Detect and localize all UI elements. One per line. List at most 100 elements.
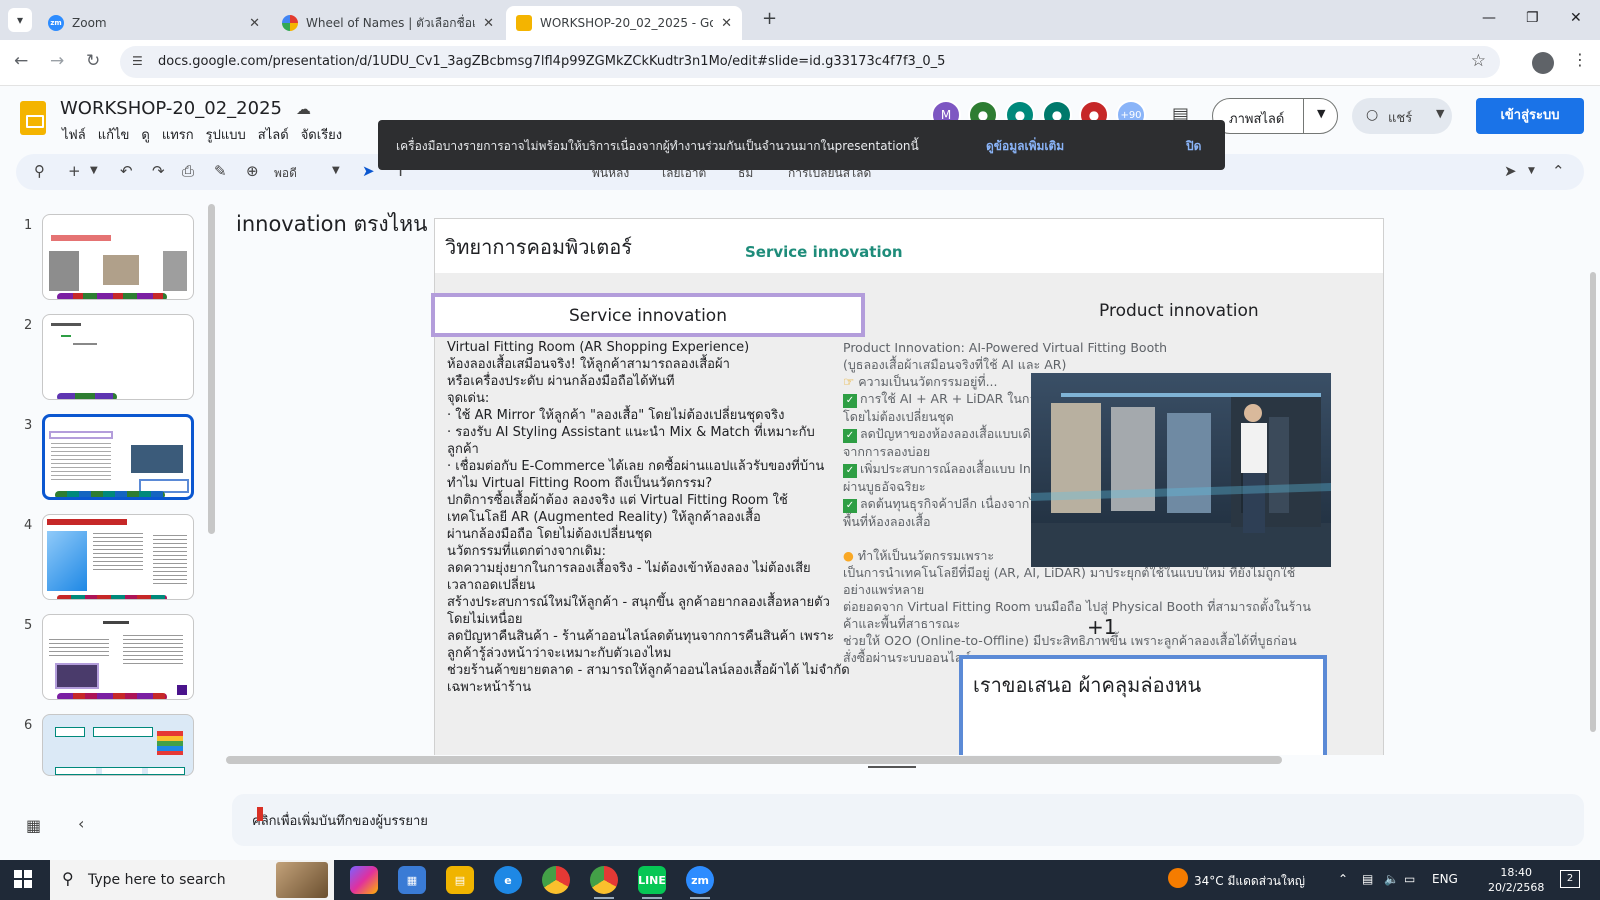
- reload-icon[interactable]: ↻: [86, 51, 100, 71]
- tab-search-button[interactable]: ▾: [8, 8, 32, 32]
- notification-badge[interactable]: 2: [1560, 870, 1580, 888]
- windows-start-icon[interactable]: [14, 870, 32, 888]
- restore-icon[interactable]: ❐: [1526, 10, 1539, 26]
- product-text-line: ต่อยอดจาก Virtual Fitting Room บนมือถือ …: [843, 598, 1343, 615]
- profile-avatar[interactable]: [1532, 52, 1554, 74]
- select-cursor-icon[interactable]: ➤: [362, 162, 375, 180]
- collapse-toolbar-icon[interactable]: ⌃: [1552, 162, 1565, 180]
- slides-logo-icon[interactable]: [20, 101, 46, 135]
- chrome-icon[interactable]: [542, 866, 570, 894]
- service-description-text[interactable]: Virtual Fitting Room (AR Shopping Experi…: [447, 339, 867, 696]
- tab-workshop-slides[interactable]: WORKSHOP-20_02_2025 - Goo ✕: [506, 6, 742, 40]
- document-title[interactable]: WORKSHOP-20_02_2025: [60, 98, 282, 119]
- tab-wheel-of-names[interactable]: Wheel of Names | ตัวเลือกชื่อแบบ ✕: [272, 6, 504, 40]
- service-innovation-box[interactable]: Service innovation: [431, 293, 865, 337]
- speaker-notes[interactable]: คลิกเพื่อเพิ่มบันทึกของผู้บรรยาย: [232, 794, 1584, 846]
- canvas-horizontal-scrollbar[interactable]: [226, 756, 1282, 764]
- browser-menu-icon[interactable]: ⋮: [1572, 50, 1588, 69]
- menu-edit[interactable]: แก้ไข: [92, 124, 136, 145]
- chrome-profile-icon[interactable]: [590, 866, 618, 899]
- collapse-filmstrip-icon[interactable]: ‹: [78, 814, 84, 833]
- speaker-notes-placeholder[interactable]: คลิกเพื่อเพิ่มบันทึกของผู้บรรยาย: [252, 810, 428, 831]
- edge-icon[interactable]: e: [494, 866, 522, 894]
- search-menus-icon[interactable]: ⚲: [34, 162, 45, 180]
- chevron-down-icon[interactable]: ▼: [1436, 107, 1444, 120]
- product-text-line: (บูธลองเสื้อผ้าเสมือนจริงที่ใช้ AI และ A…: [843, 356, 1343, 373]
- undo-icon[interactable]: ↶: [120, 162, 133, 180]
- current-slide[interactable]: วิทยาการคอมพิวเตอร์ Service innovation S…: [431, 218, 1384, 755]
- menu-format[interactable]: รูปแบบ: [200, 124, 252, 145]
- system-clock[interactable]: 18:40 20/2/2568: [1488, 865, 1544, 895]
- sign-in-button[interactable]: เข้าสู่ระบบ: [1476, 98, 1584, 134]
- file-manager-icon[interactable]: ▦: [398, 866, 426, 894]
- new-slide-icon[interactable]: +: [68, 162, 81, 180]
- globe-icon: ○: [1366, 107, 1379, 123]
- offslide-text[interactable]: innovation ตรงไหน: [236, 208, 427, 241]
- service-text-line: · รองรับ AI Styling Assistant แนะนำ Mix …: [447, 425, 815, 440]
- chevron-down-icon[interactable]: ▼: [1317, 107, 1325, 120]
- zoom-icon[interactable]: ⊕: [246, 162, 259, 180]
- filmstrip-scrollbar[interactable]: [208, 204, 215, 534]
- forward-icon[interactable]: →: [50, 51, 64, 71]
- menu-file[interactable]: ไฟล์: [56, 124, 92, 145]
- file-explorer-icon[interactable]: ▤: [446, 866, 474, 894]
- taskbar-search[interactable]: ⚲ Type here to search: [50, 860, 334, 900]
- service-text-line: ทำไม Virtual Fitting Room ถึงเป็นนวัตกรร…: [447, 476, 713, 491]
- notes-resize-handle[interactable]: [868, 766, 916, 768]
- paint-format-icon[interactable]: ✎: [214, 162, 227, 180]
- offer-text-box[interactable]: เราขอเสนอ ผ้าคลุมล่องหน: [959, 655, 1327, 755]
- product-innovation-heading[interactable]: Product innovation: [1099, 301, 1259, 321]
- input-language[interactable]: ENG: [1432, 872, 1458, 886]
- url-omnibox[interactable]: ☰ docs.google.com/presentation/d/1UDU_Cv…: [120, 46, 1500, 78]
- print-icon[interactable]: ⎙: [182, 162, 194, 180]
- toast-close-button[interactable]: ปิด: [1186, 137, 1201, 156]
- chevron-down-icon[interactable]: ▼: [332, 165, 340, 176]
- product-text: ความเป็นนวัตกรรมอยู่ที่...: [858, 374, 998, 389]
- new-tab-button[interactable]: +: [762, 8, 777, 29]
- taskbar-search-placeholder: Type here to search: [88, 872, 226, 888]
- copilot-icon[interactable]: [350, 866, 378, 894]
- plus-one-text[interactable]: +1: [1087, 615, 1116, 639]
- url-text[interactable]: docs.google.com/presentation/d/1UDU_Cv1_…: [158, 54, 945, 69]
- site-info-icon[interactable]: ☰: [132, 54, 148, 70]
- service-text-line: หรือเครื่องประดับ ผ่านกล้องมือถือได้ทันท…: [447, 374, 675, 389]
- weather-icon[interactable]: [1168, 868, 1188, 888]
- bookmark-star-icon[interactable]: ☆: [1471, 51, 1486, 71]
- close-icon[interactable]: ✕: [721, 16, 732, 31]
- back-icon[interactable]: ←: [14, 51, 28, 71]
- chevron-up-icon[interactable]: ⌃: [1338, 872, 1348, 886]
- close-icon[interactable]: ✕: [483, 16, 494, 31]
- menu-insert[interactable]: แทรก: [156, 124, 200, 145]
- tab-zoom[interactable]: zm Zoom ✕: [38, 6, 270, 40]
- menu-arrange[interactable]: จัดเรียง: [295, 124, 348, 145]
- slide-subheading[interactable]: Service innovation: [745, 243, 903, 261]
- zoom-select[interactable]: พอดี: [274, 164, 297, 183]
- minimize-icon[interactable]: —: [1482, 10, 1496, 26]
- close-icon[interactable]: ✕: [249, 16, 260, 31]
- share-button[interactable]: ○ แชร์ ▼: [1352, 98, 1452, 134]
- learn-more-link[interactable]: ดูข้อมูลเพิ่มเติม: [986, 137, 1064, 156]
- redo-icon[interactable]: ↷: [152, 162, 165, 180]
- checkmark-icon: ✓: [843, 464, 857, 478]
- slideshow-button[interactable]: ภาพสไลด์ ▼: [1212, 98, 1338, 134]
- share-label: แชร์: [1388, 111, 1413, 126]
- cloud-saved-icon[interactable]: ☁: [296, 100, 311, 118]
- network-icon[interactable]: ▤: [1362, 872, 1373, 886]
- chevron-down-icon[interactable]: ▼: [90, 165, 98, 176]
- line-icon[interactable]: LINE: [638, 866, 666, 899]
- fitting-booth-photo[interactable]: [1031, 373, 1331, 567]
- menu-slide[interactable]: สไลด์: [252, 124, 295, 145]
- volume-icon[interactable]: 🔈: [1384, 872, 1399, 886]
- slide-heading[interactable]: วิทยาการคอมพิวเตอร์: [445, 231, 632, 263]
- display-icon[interactable]: ▭: [1404, 872, 1415, 886]
- product-text: ต่อยอดจาก Virtual Fitting Room บนมือถือ …: [843, 599, 1311, 614]
- canvas-vertical-scrollbar[interactable]: [1590, 272, 1596, 732]
- weather-text[interactable]: 34°C มีแดดส่วนใหญ่: [1194, 872, 1305, 891]
- zoom-icon[interactable]: zm: [686, 866, 714, 899]
- service-text-line: · เชื่อมต่อกับ E-Commerce ได้เลย กดซื้อผ…: [447, 459, 825, 474]
- window-close-icon[interactable]: ✕: [1570, 10, 1582, 26]
- menu-view[interactable]: ดู: [135, 124, 155, 145]
- grid-view-icon[interactable]: ▦: [26, 816, 41, 835]
- chevron-down-icon[interactable]: ▼: [1528, 166, 1535, 176]
- pen-tool-icon[interactable]: ➤: [1504, 162, 1517, 180]
